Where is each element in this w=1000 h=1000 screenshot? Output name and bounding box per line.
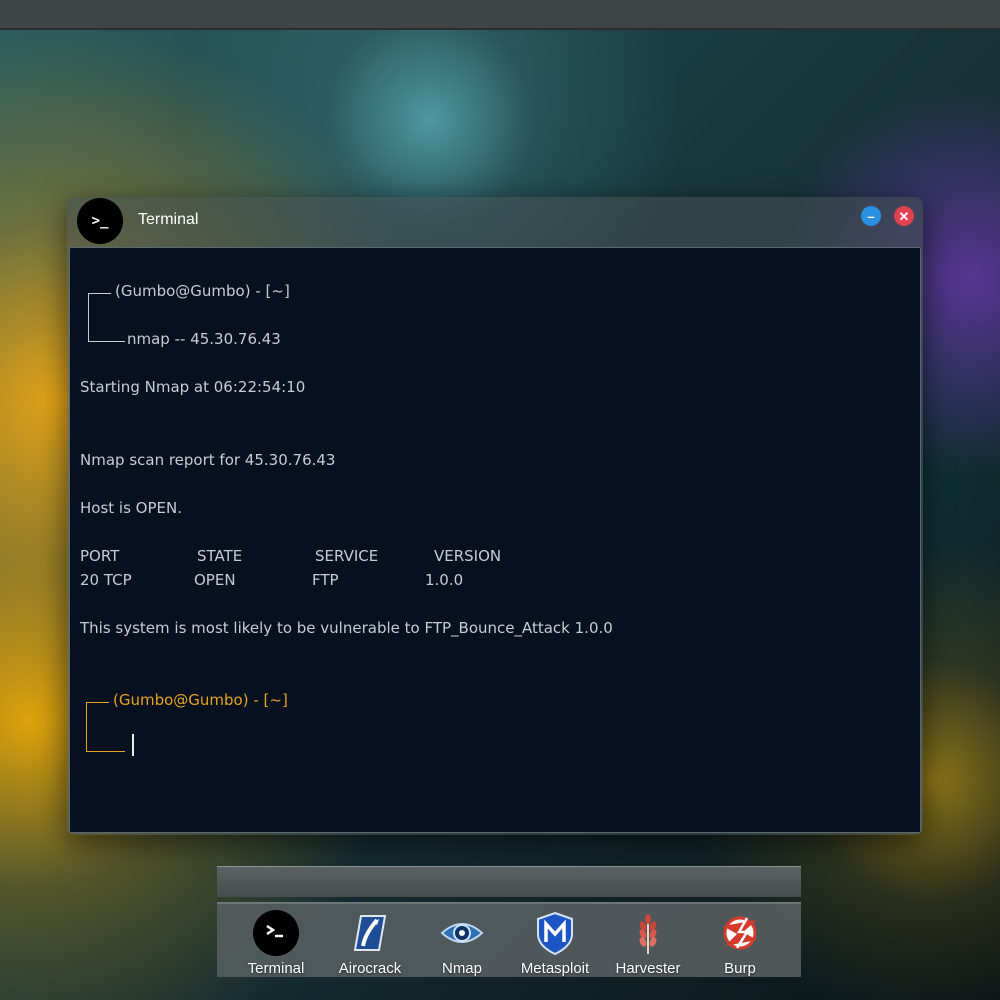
- col-header-port: PORT: [80, 547, 120, 565]
- prompt-line-2: (Gumbo@Gumbo) - [~]: [113, 691, 288, 709]
- host-line: Host is OPEN.: [80, 499, 182, 517]
- minimize-button[interactable]: –: [861, 206, 881, 226]
- window-title: Terminal: [138, 211, 199, 228]
- burp-icon: [717, 910, 763, 956]
- close-button[interactable]: ✕: [894, 206, 914, 226]
- dock-item-burp[interactable]: Burp: [692, 910, 788, 977]
- prompt-tree-top: [88, 293, 111, 308]
- prompt-tree-bottom: [88, 308, 125, 342]
- vuln-line: This system is most likely to be vulnera…: [80, 619, 613, 637]
- dock-label-terminal: Terminal: [247, 960, 305, 977]
- dock-item-harvester[interactable]: Harvester: [600, 910, 696, 977]
- cell-port: 20 TCP: [80, 571, 132, 589]
- col-header-version: VERSION: [434, 547, 502, 565]
- dock-item-terminal[interactable]: Terminal: [228, 910, 324, 977]
- report-line: Nmap scan report for 45.30.76.43: [80, 451, 336, 469]
- col-header-service: SERVICE: [315, 547, 379, 565]
- cell-service: FTP: [312, 571, 339, 589]
- dock-label-metasploit: Metasploit: [520, 960, 590, 977]
- prompt-tree-bottom-2: [86, 717, 125, 752]
- dock-shelf: [217, 866, 801, 897]
- dock-label-harvester: Harvester: [615, 960, 681, 977]
- prompt-line: (Gumbo@Gumbo) - [~]: [115, 282, 290, 300]
- dock-item-nmap[interactable]: Nmap: [414, 910, 510, 977]
- col-header-state: STATE: [197, 547, 243, 565]
- terminal-output[interactable]: (Gumbo@Gumbo) - [~] nmap -- 45.30.76.43 …: [69, 247, 921, 833]
- dock-label-nmap: Nmap: [441, 960, 482, 977]
- terminal-icon: >_: [77, 198, 123, 244]
- dock: Terminal Airocrack Nmap Metasploit Harve…: [217, 902, 801, 977]
- dock-label-airocrack: Airocrack: [338, 960, 402, 977]
- start-line: Starting Nmap at 06:22:54:10: [80, 378, 306, 396]
- cell-version: 1.0.0: [425, 571, 464, 589]
- dock-item-airocrack[interactable]: Airocrack: [322, 910, 418, 977]
- top-panel: [0, 0, 1000, 30]
- command-line: nmap -- 45.30.76.43: [127, 330, 281, 348]
- text-cursor: [132, 734, 134, 756]
- minimize-icon: –: [867, 208, 875, 224]
- dock-item-metasploit[interactable]: Metasploit: [507, 910, 603, 977]
- window-titlebar[interactable]: >_ Terminal – ✕: [67, 197, 923, 245]
- terminal-window[interactable]: >_ Terminal – ✕ (Gumbo@Gumbo) - [~] nmap…: [67, 197, 923, 835]
- wheat-icon: [625, 910, 671, 956]
- prompt-tree-top-2: [86, 702, 109, 717]
- airocrack-icon: [347, 910, 393, 956]
- dock-label-burp: Burp: [724, 960, 756, 977]
- eye-icon: [439, 910, 485, 956]
- metasploit-shield-icon: [532, 910, 578, 956]
- close-icon: ✕: [898, 208, 910, 224]
- terminal-icon: [253, 910, 299, 956]
- cell-state: OPEN: [194, 571, 236, 589]
